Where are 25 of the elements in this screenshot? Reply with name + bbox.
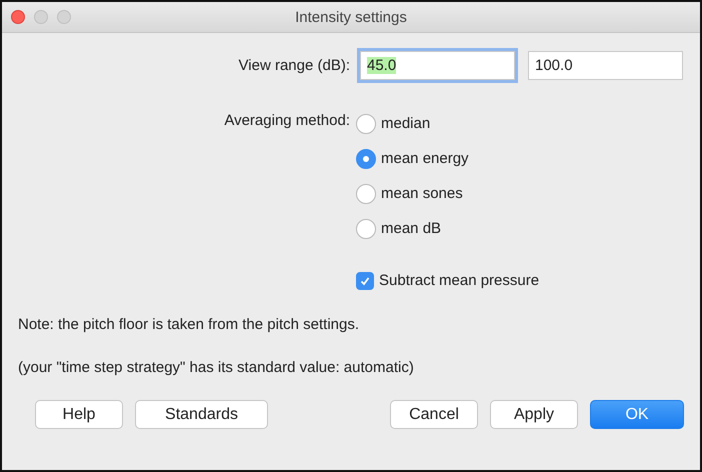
radio-button[interactable] bbox=[356, 184, 376, 204]
window-title: Intensity settings bbox=[295, 8, 407, 26]
dialog-button[interactable]: Help bbox=[35, 400, 123, 429]
field-label: Averaging method: bbox=[223, 112, 351, 131]
minimize-button[interactable] bbox=[34, 10, 48, 24]
dialog-button[interactable]: Cancel bbox=[390, 400, 478, 429]
checkmark-icon bbox=[359, 274, 371, 286]
dialog-button[interactable]: Apply bbox=[490, 400, 578, 429]
note-text: Note: the pitch floor is taken from the pitch settings. bbox=[18, 316, 360, 333]
field-label: View range (dB): bbox=[238, 57, 351, 74]
radio-button[interactable] bbox=[356, 148, 376, 168]
close-button[interactable] bbox=[11, 10, 25, 24]
note-text: (your "time step strategy" has its standard value: automatic) bbox=[18, 359, 415, 376]
option-label[interactable]: mean energy bbox=[381, 150, 469, 167]
zoom-button[interactable] bbox=[57, 10, 71, 24]
option-label[interactable]: mean dB bbox=[381, 220, 442, 237]
option-label[interactable]: median bbox=[381, 115, 430, 132]
radio-button[interactable] bbox=[356, 114, 376, 134]
input-field[interactable]: 45.0 bbox=[360, 51, 515, 80]
checkbox-label[interactable]: Subtract mean pressure bbox=[379, 272, 540, 289]
checkbox[interactable] bbox=[356, 272, 374, 290]
dialog-button[interactable]: Standards bbox=[135, 400, 268, 429]
radio-button[interactable] bbox=[356, 218, 376, 238]
input-field[interactable]: 100.0 bbox=[528, 51, 683, 80]
option-label[interactable]: mean sones bbox=[381, 185, 463, 202]
